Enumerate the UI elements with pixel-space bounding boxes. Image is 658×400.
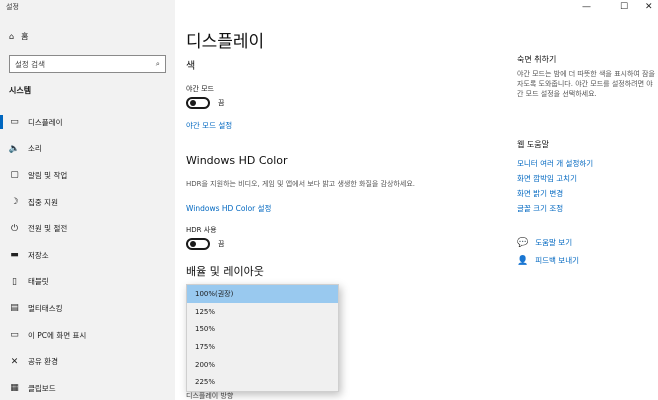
hd-color-settings-link[interactable]: Windows HD Color 설정	[186, 203, 271, 214]
sidebar-item-project[interactable]: ▭ 이 PC에 화면 표시	[0, 322, 175, 349]
sidebar: 설정 ⌂ 홈 설정 검색 ⌕ 시스템 ▭ 디스플레이 🔈 소리 ▢ 알림 및 작…	[0, 0, 175, 400]
sidebar-item-multitasking[interactable]: ▤ 멀티태스킹	[0, 295, 175, 322]
power-icon: ⏻	[10, 223, 19, 234]
sidebar-item-label: 클립보드	[28, 383, 56, 393]
nav-list: ▭ 디스플레이 🔈 소리 ▢ 알림 및 작업 ☽ 집중 지원 ⏻ 전원 및 절전…	[0, 109, 175, 400]
night-mode-label: 야간 모드	[186, 85, 214, 93]
close-button[interactable]: ✕	[645, 2, 653, 12]
section-scale-layout: 배율 및 레이아웃	[186, 265, 264, 278]
sidebar-item-label: 이 PC에 화면 표시	[28, 330, 87, 340]
scale-option[interactable]: 200%	[187, 356, 338, 374]
sidebar-item-label: 저장소	[28, 250, 49, 260]
project-icon: ▭	[10, 330, 19, 341]
speaker-icon: 🔈	[8, 143, 21, 154]
help-link-brightness[interactable]: 화면 밝기 변경	[517, 188, 563, 199]
help-chat-icon: 💬	[517, 237, 529, 248]
app-title: 설정	[6, 3, 19, 11]
notification-icon: ▢	[10, 170, 19, 181]
search-icon: ⌕	[155, 59, 160, 68]
get-help-link[interactable]: 💬 도움말 보기	[517, 237, 572, 248]
feedback-icon: 👤	[517, 255, 529, 266]
sleep-description: 야간 모드는 밤에 더 따뜻한 색을 표시하여 잠을 자도록 도와줍니다. 야간…	[517, 70, 655, 98]
hd-color-description: HDR을 지원하는 비디오, 게임 및 앱에서 보다 밝고 생생한 화질을 감상…	[186, 180, 415, 188]
sidebar-item-storage[interactable]: ▬ 저장소	[0, 242, 175, 269]
sidebar-item-label: 전원 및 절전	[28, 224, 68, 234]
section-label-system: 시스템	[9, 86, 32, 95]
storage-icon: ▬	[10, 250, 19, 261]
help-link-font-size[interactable]: 글꼴 크기 조정	[517, 203, 563, 214]
web-help-heading: 웹 도움말	[517, 140, 549, 149]
minimize-button[interactable]: —	[582, 2, 591, 12]
display-orientation-label: 디스플레이 방향	[186, 392, 234, 400]
scale-option[interactable]: 225%	[187, 373, 338, 391]
night-mode-settings-link[interactable]: 야간 모드 설정	[186, 120, 232, 131]
section-hd-color: Windows HD Color	[186, 154, 288, 167]
home-label: 홈	[21, 32, 29, 41]
sidebar-item-label: 알림 및 작업	[28, 170, 68, 180]
search-input[interactable]: 설정 검색 ⌕	[9, 55, 166, 73]
sidebar-item-shared[interactable]: ✕ 공유 환경	[0, 348, 175, 375]
maximize-button[interactable]: ☐	[620, 2, 628, 12]
scale-option[interactable]: 150%	[187, 320, 338, 338]
night-mode-toggle-row: 끔	[186, 97, 224, 109]
sidebar-item-label: 공유 환경	[28, 357, 58, 367]
sidebar-item-tablet[interactable]: ▯ 태블릿	[0, 269, 175, 296]
share-icon: ✕	[10, 356, 19, 367]
help-link-flicker[interactable]: 화면 깜박임 고치기	[517, 173, 577, 184]
sidebar-item-home[interactable]: ⌂ 홈	[9, 31, 28, 42]
scale-option[interactable]: 125%	[187, 303, 338, 321]
sidebar-item-clipboard[interactable]: ▦ 클립보드	[0, 375, 175, 400]
feedback-link[interactable]: 👤 피드백 보내기	[517, 255, 579, 266]
hdr-label: HDR 사용	[186, 226, 217, 234]
scale-option[interactable]: 100%(권장)	[187, 285, 338, 303]
page-title: 디스플레이	[186, 32, 265, 52]
monitor-icon: ▭	[10, 117, 19, 128]
sidebar-item-label: 태블릿	[28, 277, 49, 287]
sidebar-item-display[interactable]: ▭ 디스플레이	[0, 109, 175, 136]
sidebar-item-label: 디스플레이	[28, 117, 63, 127]
clipboard-icon: ▦	[10, 383, 19, 394]
section-color: 색	[186, 61, 196, 72]
sleep-heading: 숙면 취하기	[517, 55, 557, 64]
feedback-label: 피드백 보내기	[535, 256, 580, 265]
moon-icon: ☽	[10, 197, 19, 208]
scale-option[interactable]: 175%	[187, 338, 338, 356]
sidebar-item-label: 멀티태스킹	[28, 303, 63, 313]
night-mode-toggle[interactable]	[186, 97, 210, 109]
sidebar-item-notifications[interactable]: ▢ 알림 및 작업	[0, 162, 175, 189]
tablet-icon: ▯	[12, 276, 17, 287]
scale-dropdown[interactable]: 100%(권장) 125% 150% 175% 200% 225%	[186, 284, 339, 392]
sidebar-item-focus-assist[interactable]: ☽ 집중 지원	[0, 189, 175, 216]
hdr-toggle[interactable]	[186, 238, 210, 250]
sidebar-item-label: 소리	[28, 144, 42, 154]
help-link-multi-monitor[interactable]: 모니터 여러 개 설정하기	[517, 158, 593, 169]
get-help-label: 도움말 보기	[535, 238, 573, 247]
sidebar-item-sound[interactable]: 🔈 소리	[0, 136, 175, 163]
search-placeholder: 설정 검색	[15, 59, 45, 69]
home-icon: ⌂	[9, 32, 15, 41]
hdr-state: 끔	[218, 240, 225, 248]
night-mode-state: 끔	[218, 99, 225, 107]
sidebar-item-label: 집중 지원	[28, 197, 58, 207]
hdr-toggle-row: 끔	[186, 238, 224, 250]
multitask-icon: ▤	[10, 303, 19, 314]
sidebar-item-power[interactable]: ⏻ 전원 및 절전	[0, 215, 175, 242]
